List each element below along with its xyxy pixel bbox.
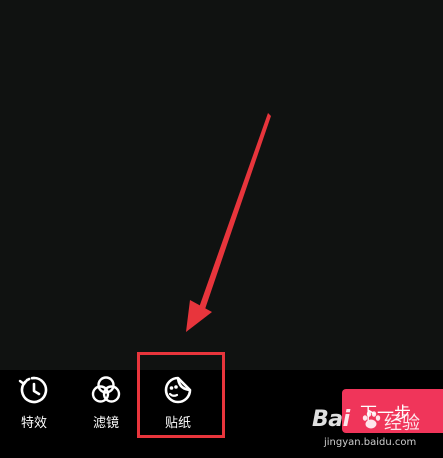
filter-tool-label: 滤镜: [92, 416, 119, 431]
effects-tool-button[interactable]: 特效: [4, 372, 64, 438]
effects-timer-icon: [18, 376, 48, 404]
next-step-button[interactable]: 下一步: [342, 389, 443, 433]
filter-circles-icon: [91, 376, 121, 403]
effects-tool-label: 特效: [20, 416, 47, 431]
annotation-highlight-box: [137, 352, 225, 438]
filter-tool-button[interactable]: 滤镜: [76, 372, 136, 438]
editor-screen: 特效 滤镜 贴纸 下一步 Bai 经验 jingyan.baidu.com: [0, 0, 443, 458]
video-preview[interactable]: [0, 0, 443, 370]
